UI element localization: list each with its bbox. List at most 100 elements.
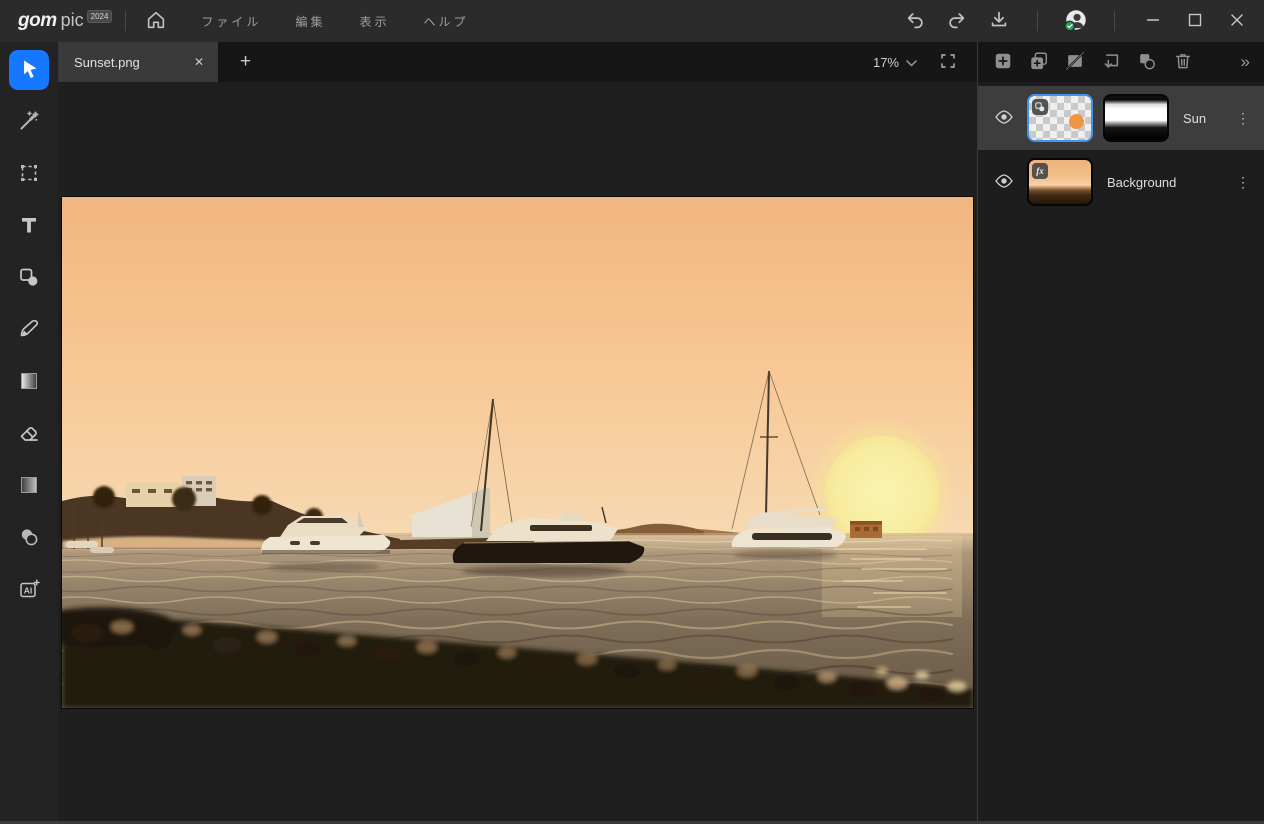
logo-version-badge: 2024 [86, 10, 113, 23]
home-icon [145, 9, 167, 34]
tool-magic-wand[interactable] [9, 102, 49, 142]
transform-icon [17, 161, 41, 188]
fit-screen-button[interactable] [939, 52, 957, 73]
tool-gradient[interactable] [9, 362, 49, 402]
magic-wand-icon [17, 109, 41, 136]
redo-button[interactable] [940, 4, 974, 38]
titlebar-right [898, 4, 1264, 38]
eye-icon [994, 107, 1014, 130]
canvas-image[interactable] [61, 196, 974, 709]
divider [1114, 11, 1115, 31]
layer-thumbnail-background[interactable]: fx [1027, 158, 1093, 206]
tool-ai[interactable]: AI [9, 570, 49, 610]
undo-button[interactable] [898, 4, 932, 38]
redo-icon [946, 9, 968, 34]
duplicate-layer-icon [1029, 51, 1049, 74]
tool-brush[interactable] [9, 310, 49, 350]
canvas-controls: 17% [867, 52, 977, 73]
home-button[interactable] [139, 4, 173, 38]
download-button[interactable] [982, 4, 1016, 38]
cursor-icon [17, 57, 41, 84]
download-icon [988, 9, 1010, 34]
merge-shapes-button[interactable] [1132, 47, 1162, 77]
visibility-toggle[interactable] [991, 171, 1017, 194]
merge-layer-icon [1101, 51, 1121, 74]
gradient-icon [17, 369, 41, 396]
tab-sunset[interactable]: Sunset.png ✕ [58, 42, 218, 82]
menu-file[interactable]: ファイル [189, 7, 273, 36]
brush-icon [17, 317, 41, 344]
eraser-icon [17, 421, 41, 448]
svg-text:AI: AI [24, 585, 33, 595]
tool-shape[interactable] [9, 258, 49, 298]
new-tab-button[interactable]: + [234, 50, 257, 74]
maximize-button[interactable] [1178, 4, 1212, 38]
tab-title: Sunset.png [74, 54, 140, 70]
menu-help[interactable]: ヘルプ [411, 7, 480, 36]
close-window-button[interactable] [1220, 4, 1254, 38]
layer-menu-button[interactable]: ⋮ [1228, 110, 1258, 127]
menu-bar: ファイル 編集 表示 ヘルプ [189, 7, 480, 36]
layer-name: Background [1107, 174, 1177, 190]
shape-icon [17, 265, 41, 292]
sun-shape-preview [1069, 114, 1084, 129]
canvas-well[interactable] [58, 82, 977, 824]
minimize-icon [1142, 9, 1164, 34]
layer-thumbnail-sun[interactable] [1027, 94, 1093, 142]
layers-panel: » Sun ⋮ fx Background ⋮ [977, 42, 1264, 824]
logo-gom: gom [18, 10, 57, 31]
undo-icon [904, 9, 926, 34]
account-button[interactable] [1059, 4, 1093, 38]
menu-view[interactable]: 表示 [347, 7, 401, 36]
editor-center: Sunset.png ✕ + 17% [58, 42, 977, 824]
tool-rail: AI [0, 42, 58, 824]
divider [1037, 11, 1038, 31]
chevron-down-icon [906, 55, 917, 70]
layer-row-sun[interactable]: Sun ⋮ [978, 86, 1264, 150]
layers-toolbar: » [978, 42, 1264, 82]
close-icon [1226, 9, 1248, 34]
tool-text[interactable] [9, 206, 49, 246]
disabled-layer-icon [1065, 51, 1085, 74]
layer-mask-thumbnail[interactable] [1103, 94, 1169, 142]
maximize-icon [1184, 9, 1206, 34]
ai-icon: AI [17, 577, 41, 604]
fullscreen-icon [939, 52, 957, 73]
divider [125, 11, 127, 31]
disable-layer-button[interactable] [1060, 47, 1090, 77]
merge-shapes-icon [1137, 51, 1157, 74]
visibility-toggle[interactable] [991, 107, 1017, 130]
account-avatar [1063, 7, 1089, 36]
trash-icon [1173, 51, 1193, 74]
layer-menu-button[interactable]: ⋮ [1228, 174, 1258, 191]
sunset-scene [62, 197, 973, 708]
app-window: gom pic 2024 ファイル 編集 表示 ヘルプ AI Sunset.pn… [0, 0, 1264, 824]
delete-layer-button[interactable] [1168, 47, 1198, 77]
zoom-dropdown[interactable]: 17% [867, 54, 923, 71]
effects-badge: fx [1032, 163, 1048, 179]
text-icon [17, 213, 41, 240]
adjust-gradient-icon [17, 473, 41, 500]
main-area: AI Sunset.png ✕ + 17% » Sun ⋮ fx Backgro… [0, 42, 1264, 824]
zoom-level: 17% [872, 54, 899, 70]
layer-name: Sun [1183, 110, 1207, 126]
duplicate-layer-button[interactable] [1024, 47, 1054, 77]
collapse-panel-button[interactable]: » [1239, 52, 1252, 72]
add-layer-icon [993, 51, 1013, 74]
tool-adjust[interactable] [9, 466, 49, 506]
tab-close-button[interactable]: ✕ [190, 53, 208, 71]
shape-layer-badge [1032, 99, 1048, 115]
menu-edit[interactable]: 編集 [283, 7, 337, 36]
blend-circles-icon [17, 525, 41, 552]
tool-eraser[interactable] [9, 414, 49, 454]
tool-select[interactable] [9, 50, 49, 90]
tool-blend[interactable] [9, 518, 49, 558]
eye-icon [994, 171, 1014, 194]
merge-layer-button[interactable] [1096, 47, 1126, 77]
layer-row-background[interactable]: fx Background ⋮ [978, 150, 1264, 214]
add-layer-button[interactable] [988, 47, 1018, 77]
minimize-button[interactable] [1136, 4, 1170, 38]
app-logo: gom pic 2024 [18, 10, 113, 32]
tool-transform[interactable] [9, 154, 49, 194]
tab-strip: Sunset.png ✕ + 17% [58, 42, 977, 82]
